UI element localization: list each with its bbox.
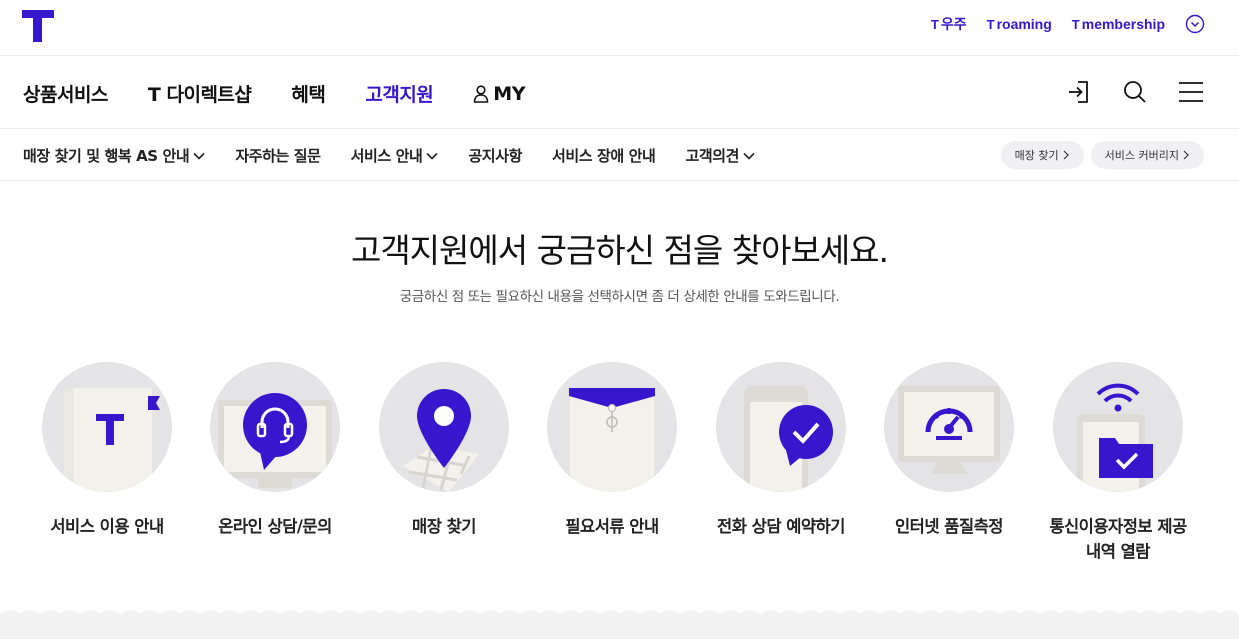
quick-button-store-find[interactable]: 매장 찾기 [1000, 141, 1084, 169]
card-service-guide[interactable]: 서비스 이용 안내 [22, 362, 192, 539]
quick-button-coverage[interactable]: 서비스 커버리지 [1090, 141, 1204, 169]
speedometer-monitor-icon [884, 362, 1014, 492]
page-title: 고객지원에서 궁금하신 점을 찾아보세요. [350, 231, 889, 270]
card-store-find[interactable]: 매장 찾기 [359, 362, 529, 539]
t-logo-icon[interactable] [22, 10, 54, 42]
global-navigation: 상품서비스 T 다이렉트샵 혜택 고객지원 MY [0, 56, 1239, 129]
page-description: 궁금하신 점 또는 필요하신 내용을 선택하시면 좀 더 상세한 안내를 도와드… [399, 289, 840, 305]
map-pin-icon [379, 362, 509, 492]
gnb-item-products[interactable]: 상품서비스 [23, 80, 108, 107]
wifi-folder-icon [1053, 362, 1183, 492]
card-user-info-disclosure[interactable]: 통신이용자정보 제공 내역 열람 [1033, 362, 1203, 564]
expand-circle-chevron-icon[interactable] [1185, 14, 1205, 34]
card-internet-speed[interactable]: 인터넷 품질측정 [864, 362, 1034, 539]
person-icon [473, 84, 489, 103]
document-envelope-icon [547, 362, 677, 492]
lnb-item-feedback[interactable]: 고객의견 [685, 145, 755, 166]
card-phone-reservation[interactable]: 전화 상담 예약하기 [696, 362, 866, 539]
util-link-membership[interactable]: Tmembership [1072, 16, 1165, 32]
book-icon [42, 362, 172, 492]
lnb-item-faq[interactable]: 자주하는 질문 [235, 145, 321, 166]
decorative-wave [0, 610, 1239, 639]
lnb-item-store-as[interactable]: 매장 찾기 및 행복 AS 안내 [23, 145, 205, 166]
login-icon[interactable] [1065, 78, 1093, 106]
gnb-item-my[interactable]: MY [473, 80, 525, 107]
gnb-item-benefits[interactable]: 혜택 [291, 80, 325, 107]
lnb-item-service-guide[interactable]: 서비스 안내 [351, 145, 439, 166]
local-navigation: 매장 찾기 및 행복 AS 안내 자주하는 질문 서비스 안내 공지사항 서비스… [0, 129, 1239, 181]
search-icon[interactable] [1121, 78, 1149, 106]
chevron-down-icon [743, 152, 755, 160]
chevron-right-icon [1063, 150, 1069, 160]
chevron-down-icon [193, 152, 205, 160]
hamburger-menu-icon[interactable] [1177, 78, 1205, 106]
support-card-list: 서비스 이용 안내 온라인 상담/문의 매장 찾기 필요서류 안내 전화 상담 … [22, 362, 1222, 572]
card-documents[interactable]: 필요서류 안내 [527, 362, 697, 539]
util-link-roaming[interactable]: Troaming [987, 16, 1052, 32]
headset-chat-icon [210, 362, 340, 492]
lnb-item-outage[interactable]: 서비스 장애 안내 [552, 145, 656, 166]
phone-check-icon [716, 362, 846, 492]
util-link-universe[interactable]: T 우주 [931, 14, 967, 34]
gnb-item-customer-support[interactable]: 고객지원 [365, 80, 433, 107]
gnb-item-direct-shop[interactable]: T 다이렉트샵 [148, 80, 252, 107]
lnb-item-notice[interactable]: 공지사항 [468, 145, 522, 166]
top-utility-bar: T 우주 Troaming Tmembership [0, 0, 1239, 56]
card-online-consult[interactable]: 온라인 상담/문의 [190, 362, 360, 539]
chevron-right-icon [1183, 150, 1189, 160]
chevron-down-icon [426, 152, 438, 160]
